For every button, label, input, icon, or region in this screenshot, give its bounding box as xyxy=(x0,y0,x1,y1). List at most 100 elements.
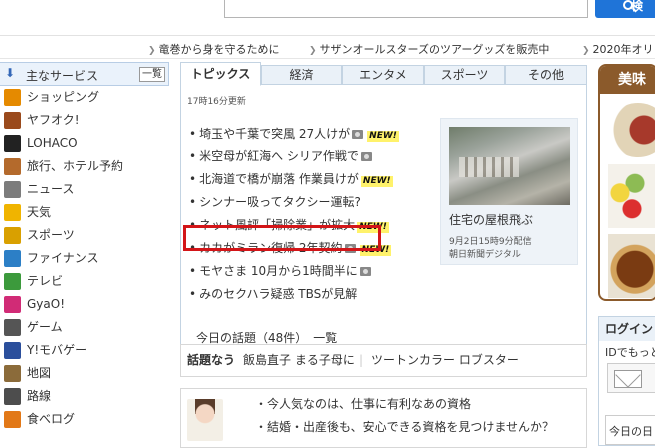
service-item[interactable]: Y!モバゲー xyxy=(0,339,169,362)
services-header: ⬇ 主なサービス 一覧 xyxy=(0,62,169,86)
topic-headline: 米空母が紅海へ シリア作戦で xyxy=(199,149,359,163)
service-item[interactable]: 食べログ xyxy=(0,408,169,431)
today-text: 今日の日 xyxy=(609,425,653,438)
promo-title: 美味 xyxy=(600,66,655,94)
service-item-label: LOHACO xyxy=(27,136,78,150)
service-item[interactable]: ゲーム xyxy=(0,316,169,339)
gavel-icon xyxy=(4,112,21,129)
search-input[interactable] xyxy=(224,0,588,18)
train-icon xyxy=(4,388,21,405)
bullet-icon: • xyxy=(189,287,197,301)
topic-headline: モヤさま 10月から1時間半に xyxy=(199,264,358,278)
highlight-box xyxy=(183,225,381,251)
photo-news[interactable]: 住宅の屋根飛ぶ 9月2日15時9分配信 朝日新聞デジタル xyxy=(440,118,578,265)
topic-item[interactable]: • シンナー吸ってタクシー運転? xyxy=(189,193,361,210)
service-item[interactable]: 地図 xyxy=(0,362,169,385)
topic-headline: 埼玉や千葉で突風 27人けが xyxy=(199,127,351,141)
login-panel: ログイン IDでもっと 今日の日 xyxy=(598,316,655,446)
topic-item[interactable]: • 北海道で橋が崩落 作業員けが NEW! xyxy=(189,170,393,187)
trending-item[interactable]: ツートンカラー ロブスター xyxy=(371,345,519,376)
suitcase-icon xyxy=(4,158,21,175)
main-content: トピックス 経済 エンタメ スポーツ その他 17時16分更新 • 埼玉や千葉で突… xyxy=(180,62,587,448)
service-item[interactable]: ヤフオク! xyxy=(0,109,169,132)
gourmet-promo[interactable]: 美味 xyxy=(598,64,655,301)
login-heading[interactable]: ログイン xyxy=(599,317,655,341)
service-item[interactable]: ショッピング xyxy=(0,86,169,109)
topic-item[interactable]: • モヤさま 10月から1時間半に xyxy=(189,262,373,279)
tabelog-icon xyxy=(4,411,21,428)
topic-item[interactable]: • 埼玉や千葉で突風 27人けが NEW! xyxy=(189,125,399,142)
ticker-item[interactable]: ❯ 竜巻から身を守るために xyxy=(148,41,280,57)
service-item[interactable]: 旅行、ホテル予約 xyxy=(0,155,169,178)
search-button[interactable]: 検 xyxy=(595,0,655,18)
map-icon xyxy=(4,365,21,382)
ticker-item-label: 2020年オリ xyxy=(592,43,654,56)
service-item-label: ファイナンス xyxy=(27,251,99,265)
topic-item[interactable]: • みのセクハラ疑惑 TBSが見解 xyxy=(189,285,357,302)
login-text: IDでもっと xyxy=(605,346,655,359)
ticker-item-label: サザンオールスターズのツアーグッズを販売中 xyxy=(319,43,550,56)
ad-portrait[interactable] xyxy=(187,399,223,441)
trophy-icon xyxy=(4,227,21,244)
service-item[interactable]: 天気 xyxy=(0,201,169,224)
ad-link-label: 今人気なのは、仕事に有利なあの資格 xyxy=(267,397,472,411)
services-sidebar: ⬇ 主なサービス 一覧 ショッピング ヤフオク! LOHACO 旅行、ホテル予約 ニュー… xyxy=(0,62,169,431)
food-image[interactable] xyxy=(608,234,655,298)
service-item[interactable]: テレビ xyxy=(0,270,169,293)
chart-icon xyxy=(4,250,21,267)
news-photo[interactable] xyxy=(449,127,570,205)
service-item[interactable]: LOHACO xyxy=(0,132,169,155)
food-image[interactable] xyxy=(608,103,655,157)
photo-source: 朝日新聞デジタル xyxy=(449,250,521,260)
tab-entertainment[interactable]: エンタメ xyxy=(342,65,424,85)
bullet-icon: • xyxy=(189,127,197,141)
food-image[interactable] xyxy=(608,164,655,228)
ad-panel: ・今人気なのは、仕事に有利なあの資格 ・結婚・出産後も、安心できる資格を見つけま… xyxy=(180,388,587,448)
service-item-label: テレビ xyxy=(27,274,64,288)
service-item-label: 地図 xyxy=(27,366,52,380)
cart-icon xyxy=(4,89,21,106)
tab-other[interactable]: その他 xyxy=(505,65,587,85)
trending-heading: 話題なう xyxy=(187,353,236,367)
ticker-item[interactable]: ❯ サザンオールスターズのツアーグッズを販売中 xyxy=(309,41,549,57)
service-item-label: Y!モバゲー xyxy=(27,343,88,357)
newspaper-icon xyxy=(4,181,21,198)
photo-date: 9月2日15時9分配信 xyxy=(449,237,532,247)
bullet-icon: ・ xyxy=(255,397,268,411)
service-item[interactable]: 路線 xyxy=(0,385,169,408)
bullet-icon: • xyxy=(189,264,197,278)
tab-sports[interactable]: スポーツ xyxy=(424,65,505,85)
ticker-item[interactable]: ❯ 2020年オリ xyxy=(582,41,654,57)
tv-icon xyxy=(4,273,21,290)
photo-caption[interactable]: 住宅の屋根飛ぶ xyxy=(449,211,533,228)
ticker-item-label: 竜巻から身を守るために xyxy=(158,43,280,56)
tab-topics[interactable]: トピックス xyxy=(180,62,261,86)
ad-link[interactable]: ・結婚・出産後も、安心できる資格を見つけませんか？ xyxy=(255,418,554,435)
camera-icon xyxy=(352,130,364,139)
service-item-label: 天気 xyxy=(27,205,52,219)
services-list-button[interactable]: 一覧 xyxy=(139,67,165,82)
service-item-label: スポーツ xyxy=(27,228,75,242)
topic-item[interactable]: • 米空母が紅海へ シリア作戦で xyxy=(189,147,374,164)
service-item-label: 路線 xyxy=(27,389,52,403)
service-item[interactable]: ニュース xyxy=(0,178,169,201)
arrow-down-icon: ⬇ xyxy=(5,66,16,80)
weather-icon xyxy=(4,204,21,221)
ad-link[interactable]: ・今人気なのは、仕事に有利なあの資格 xyxy=(255,395,471,412)
gamepad-icon xyxy=(4,319,21,336)
services-title: 主なサービス xyxy=(26,69,99,83)
services-list: ショッピング ヤフオク! LOHACO 旅行、ホテル予約 ニュース天気スポーツファイナン… xyxy=(0,86,169,431)
topic-headline: 北海道で橋が崩落 作業員けが xyxy=(199,172,359,186)
service-item[interactable]: GyaO! xyxy=(0,293,169,316)
ad-link-label: 結婚・出産後も、安心できる資格を見つけませんか？ xyxy=(267,420,555,434)
service-item[interactable]: ファイナンス xyxy=(0,247,169,270)
mail-button[interactable] xyxy=(607,363,655,393)
tab-economy[interactable]: 経済 xyxy=(261,65,342,85)
chevron-right-icon: ❯ xyxy=(148,46,156,56)
updated-time: 17時16分更新 xyxy=(187,97,246,107)
trending-item[interactable]: 飯島直子 まる子母に xyxy=(243,345,355,376)
topics-panel: 17時16分更新 • 埼玉や千葉で突風 27人けが NEW! • 米空母が紅海へ シリア… xyxy=(180,85,587,345)
service-item[interactable]: スポーツ xyxy=(0,224,169,247)
gyao-icon xyxy=(4,296,21,313)
news-ticker: ❯ 竜巻から身を守るために ❯ サザンオールスターズのツアーグッズを販売中 ❯ 202… xyxy=(0,37,655,59)
